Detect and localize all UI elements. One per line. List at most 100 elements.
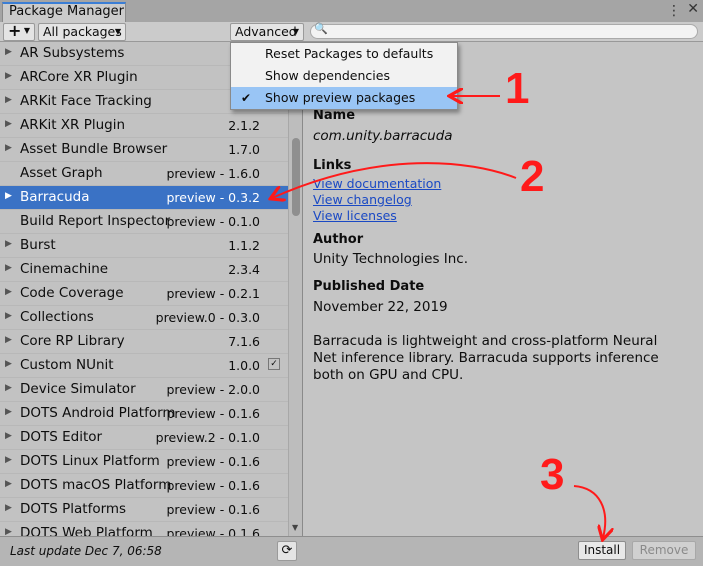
view-changelog-link[interactable]: View changelog	[313, 192, 412, 207]
package-version: preview - 1.6.0	[166, 166, 260, 181]
package-row[interactable]: ▶ Custom NUnit 1.0.0 ✓	[0, 354, 288, 378]
package-id: com.unity.barracuda	[313, 128, 453, 144]
expand-arrow-icon[interactable]: ▶	[5, 119, 12, 129]
expand-arrow-icon[interactable]: ▶	[5, 47, 12, 57]
package-row[interactable]: ▶ DOTS Linux Platform preview - 0.1.6	[0, 450, 288, 474]
package-version: preview - 0.1.0	[166, 214, 260, 229]
expand-arrow-icon[interactable]: ▶	[5, 383, 12, 393]
package-name: ARKit Face Tracking	[20, 93, 152, 109]
caret-down-icon: ▼	[292, 27, 299, 36]
package-name: Code Coverage	[20, 285, 124, 301]
package-name: Build Report Inspector	[20, 213, 171, 229]
package-name: AR Subsystems	[20, 45, 125, 61]
expand-arrow-icon[interactable]: ▶	[5, 239, 12, 249]
package-list: ▶ AR Subsystems ▶ ARCore XR Plugin ▶ ARKit Fa…	[0, 42, 288, 536]
package-name: Asset Graph	[20, 165, 103, 181]
window-tab[interactable]: Package Manager	[2, 2, 126, 22]
expand-arrow-icon[interactable]: ▶	[5, 359, 12, 369]
search-input[interactable]: 🔍	[310, 22, 698, 39]
name-label: Name	[313, 108, 356, 123]
view-licenses-link[interactable]: View licenses	[313, 208, 397, 223]
package-name: DOTS Android Platform	[20, 405, 176, 421]
package-filter-dropdown[interactable]: All packages ▼	[38, 23, 126, 41]
search-icon: 🔍	[314, 22, 328, 35]
expand-arrow-icon[interactable]: ▶	[5, 407, 12, 417]
package-row[interactable]: ▶ Code Coverage preview - 0.2.1	[0, 282, 288, 306]
author-label: Author	[313, 232, 364, 247]
title-bar: Package Manager ⋮ ✕	[0, 0, 703, 22]
published-date-value: November 22, 2019	[313, 299, 448, 315]
package-version: preview - 0.2.1	[166, 286, 260, 301]
view-documentation-link[interactable]: View documentation	[313, 176, 441, 191]
install-button[interactable]: Install	[578, 541, 626, 560]
package-version: 1.1.2	[228, 238, 260, 253]
package-name: Core RP Library	[20, 333, 125, 349]
package-row[interactable]: ▶ Collections preview.0 - 0.3.0	[0, 306, 288, 330]
package-version: preview - 0.1.6	[166, 454, 260, 469]
advanced-label: Advanced	[235, 24, 297, 39]
expand-arrow-icon[interactable]: ▶	[5, 287, 12, 297]
expand-arrow-icon[interactable]: ▶	[5, 527, 12, 536]
package-version: preview - 0.1.6	[166, 526, 260, 536]
package-name: Burst	[20, 237, 56, 253]
package-row[interactable]: ▶ Barracuda preview - 0.3.2	[0, 186, 288, 210]
expand-arrow-icon[interactable]: ▶	[5, 263, 12, 273]
scroll-thumb[interactable]	[292, 138, 300, 216]
package-name: DOTS Web Platform	[20, 525, 153, 536]
advanced-menu: Reset Packages to defaults Show dependenc…	[230, 42, 458, 110]
checkmark-icon: ✔	[241, 91, 252, 105]
package-row[interactable]: ▶ Core RP Library 7.1.6	[0, 330, 288, 354]
expand-arrow-icon[interactable]: ▶	[5, 431, 12, 441]
close-icon[interactable]: ✕	[687, 1, 699, 17]
package-name: DOTS Linux Platform	[20, 453, 160, 469]
package-name: DOTS macOS Platform	[20, 477, 172, 493]
package-row[interactable]: ▶ Cinemachine 2.3.4	[0, 258, 288, 282]
package-row[interactable]: ▶ DOTS Android Platform preview - 0.1.6	[0, 402, 288, 426]
toolbar: + ▼ All packages ▼ Advanced ▼ 🔍	[0, 22, 703, 42]
package-version: 1.7.0	[228, 142, 260, 157]
package-row[interactable]: ▶ Asset Bundle Browser 1.7.0	[0, 138, 288, 162]
expand-arrow-icon[interactable]: ▶	[5, 191, 12, 201]
expand-arrow-icon[interactable]: ▶	[5, 335, 12, 345]
menu-item-label: Reset Packages to defaults	[265, 46, 434, 61]
package-row[interactable]: ▶ DOTS Platforms preview - 0.1.6	[0, 498, 288, 522]
package-name: Asset Bundle Browser	[20, 141, 168, 157]
refresh-icon: ⟳	[281, 543, 293, 558]
expand-arrow-icon[interactable]: ▶	[5, 95, 12, 105]
scroll-down-icon[interactable]: ▼	[292, 523, 298, 532]
expand-arrow-icon[interactable]: ▶	[5, 479, 12, 489]
package-row[interactable]: ▶ ARKit XR Plugin 2.1.2	[0, 114, 288, 138]
published-date-label: Published Date	[313, 279, 425, 294]
package-description: Barracuda is lightweight and cross-platf…	[313, 333, 659, 383]
package-list-scrollbar[interactable]: ▼	[288, 42, 302, 536]
window-menu-icon[interactable]: ⋮	[667, 3, 681, 19]
links-label: Links	[313, 158, 352, 173]
advanced-dropdown[interactable]: Advanced ▼	[230, 23, 304, 41]
package-name: DOTS Editor	[20, 429, 103, 445]
package-row[interactable]: ▶ DOTS Editor preview.2 - 0.1.0	[0, 426, 288, 450]
package-row[interactable]: ▶ Device Simulator preview - 2.0.0	[0, 378, 288, 402]
expand-arrow-icon[interactable]: ▶	[5, 143, 12, 153]
advanced-menu-item[interactable]: ✔ Show preview packages	[231, 87, 457, 109]
package-row[interactable]: ▶ Burst 1.1.2	[0, 234, 288, 258]
package-row[interactable]: Build Report Inspector preview - 0.1.0	[0, 210, 288, 234]
advanced-menu-item[interactable]: Reset Packages to defaults	[231, 43, 457, 65]
expand-arrow-icon[interactable]: ▶	[5, 311, 12, 321]
author-value: Unity Technologies Inc.	[313, 251, 469, 267]
add-package-button[interactable]: + ▼	[3, 23, 35, 41]
action-bar: Install Remove	[302, 536, 703, 566]
package-version: 7.1.6	[228, 334, 260, 349]
package-version: 1.0.0	[228, 358, 260, 373]
package-row[interactable]: ▶ DOTS macOS Platform preview - 0.1.6	[0, 474, 288, 498]
expand-arrow-icon[interactable]: ▶	[5, 503, 12, 513]
package-row[interactable]: Asset Graph preview - 1.6.0	[0, 162, 288, 186]
refresh-button[interactable]: ⟳	[277, 541, 297, 561]
caret-down-icon: ▼	[23, 26, 30, 35]
expand-arrow-icon[interactable]: ▶	[5, 71, 12, 81]
package-row[interactable]: ▶ DOTS Web Platform preview - 0.1.6	[0, 522, 288, 536]
package-version: 2.1.2	[228, 118, 260, 133]
advanced-menu-item[interactable]: Show dependencies	[231, 65, 457, 87]
filter-label: All packages	[43, 24, 122, 39]
caret-down-icon: ▼	[114, 27, 121, 36]
expand-arrow-icon[interactable]: ▶	[5, 455, 12, 465]
